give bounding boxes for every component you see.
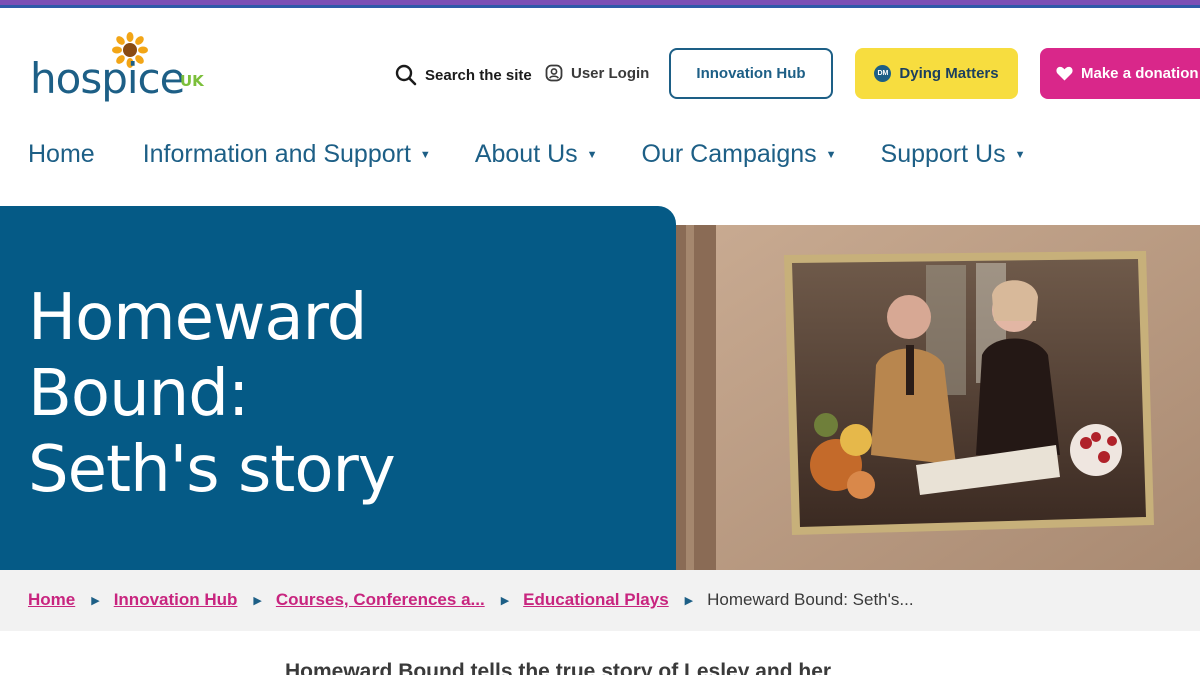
user-icon [545,64,563,82]
caret-down-icon: ▼ [419,148,431,161]
page-title: Homeward Bound: Seth's story [28,281,396,507]
search-label: Search the site [425,66,532,84]
innovation-hub-button[interactable]: Innovation Hub [669,48,833,99]
nav-label: Home [28,140,95,168]
nav-item-our-campaigns[interactable]: Our Campaigns ▼ [642,140,837,169]
user-login-link[interactable]: User Login [545,64,649,82]
chevron-right-icon: ▶ [684,594,694,607]
main-navigation: Home Information and Support ▼ About Us … [28,140,1025,169]
dying-matters-icon: DM [874,65,892,82]
logo-wordmark: hospice [30,54,185,103]
nav-item-information-and-support[interactable]: Information and Support ▼ [143,140,431,169]
breadcrumb: Home ▶ Innovation Hub ▶ Courses, Confere… [28,590,914,610]
breadcrumb-bar: Home ▶ Innovation Hub ▶ Courses, Confere… [0,570,1200,631]
chevron-right-icon: ▶ [91,594,100,607]
innovation-hub-label: Innovation Hub [696,65,806,82]
caret-down-icon: ▼ [1014,148,1026,161]
hero-panel: Homeward Bound: Seth's story [0,206,676,570]
donate-label: Make a donation [1081,65,1199,82]
nav-label: About Us [474,140,578,168]
heart-icon [1056,66,1073,81]
framed-wedding-photo [676,225,1200,570]
breadcrumb-innovation-hub[interactable]: Innovation Hub [114,590,238,610]
chevron-right-icon: ▶ [253,594,262,607]
breadcrumb-educational-plays[interactable]: Educational Plays [523,590,669,610]
hero-photo [676,225,1200,570]
hospice-uk-logo[interactable]: hospice UK [30,32,220,108]
caret-down-icon: ▼ [586,148,598,161]
chevron-right-icon: ▶ [500,594,510,607]
caret-down-icon: ▼ [825,148,837,161]
nav-label: Support Us [880,140,1006,168]
nav-item-support-us[interactable]: Support Us ▼ [881,140,1026,169]
dying-matters-label: Dying Matters [899,65,999,82]
nav-label: Information and Support [142,140,411,168]
top-accent-bar [0,0,1200,8]
nav-item-about-us[interactable]: About Us ▼ [475,140,598,169]
breadcrumb-courses-conferences[interactable]: Courses, Conferences a... [276,590,485,610]
intro-paragraph: Homeward Bound tells the true story of L… [285,660,832,675]
search-link[interactable]: Search the site [395,64,532,86]
nav-item-home[interactable]: Home [28,140,95,169]
user-login-label: User Login [571,64,650,82]
dying-matters-button[interactable]: DM Dying Matters [855,48,1018,99]
breadcrumb-current: Homeward Bound: Seth's... [707,590,914,609]
nav-label: Our Campaigns [641,140,817,168]
breadcrumb-home[interactable]: Home [28,590,75,610]
search-icon [395,64,417,86]
logo-suffix: UK [180,72,204,90]
donate-button[interactable]: Make a donation [1040,48,1200,99]
